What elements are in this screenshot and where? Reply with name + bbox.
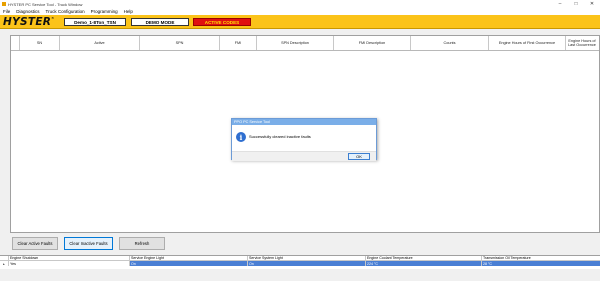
column-service-system-light[interactable]: Service System Light	[248, 256, 366, 260]
menu-help[interactable]: Help	[124, 9, 133, 14]
truck-name-badge: Demo_1-8Ton_TSN	[64, 18, 126, 26]
table-row[interactable]: ▸ Yes On On 224 °C 28 °C	[0, 261, 600, 266]
menu-bar: File Diagnostics Truck Configuration Pro…	[0, 8, 600, 15]
clear-active-faults-button[interactable]: Clear Active Faults	[12, 237, 58, 250]
column-counts[interactable]: Counts	[411, 36, 489, 50]
dialog-body: i Successfully cleared inactive faults	[232, 125, 376, 151]
dialog-footer: OK	[232, 151, 376, 161]
app-icon	[2, 2, 6, 6]
column-spn[interactable]: SPN	[140, 36, 220, 50]
minimize-icon[interactable]: –	[552, 0, 568, 8]
column-last-occurrence[interactable]: Engine Hours of Last Occurrence	[566, 36, 598, 50]
window-title: HYSTER PC Service Tool - Truck Window	[8, 1, 83, 7]
cell-engine-shutdown: Yes	[9, 261, 130, 266]
column-fmi[interactable]: FMI	[220, 36, 257, 50]
status-row-header-corner	[0, 256, 9, 260]
column-active[interactable]: Active	[60, 36, 140, 50]
logo-text: HYSTER	[3, 16, 52, 28]
column-transmission-oil-temperature[interactable]: Transmission Oil Temperature	[482, 256, 600, 260]
menu-programming[interactable]: Programming	[91, 9, 118, 14]
active-codes-badge[interactable]: ACTIVE CODES	[193, 18, 251, 26]
column-first-occurrence[interactable]: Engine Hours of First Occurrence	[489, 36, 566, 50]
row-selector-icon[interactable]: ▸	[0, 261, 9, 266]
refresh-button[interactable]: Refresh	[119, 237, 165, 250]
logo-trademark: ®	[51, 16, 55, 20]
cell-transmission-oil-temperature: 28 °C	[482, 261, 600, 266]
info-icon: i	[236, 132, 246, 142]
menu-truck-configuration[interactable]: Truck Configuration	[46, 9, 85, 14]
dialog-message: Successfully cleared inactive faults	[249, 134, 311, 139]
hyster-logo: HYSTER®	[3, 16, 55, 28]
cell-service-system-light: On	[248, 261, 366, 266]
demo-mode-badge: DEMO MODE	[131, 18, 189, 26]
title-bar: HYSTER PC Service Tool - Truck Window – …	[0, 0, 600, 8]
cell-service-engine-light: On	[130, 261, 248, 266]
clear-inactive-faults-button[interactable]: Clear Inactive Faults	[64, 237, 113, 250]
fault-grid-header: SN Active SPN FMI SPN Description FMI De…	[11, 36, 599, 51]
engine-status-grid[interactable]: Engine Shutdown Service Engine Light Ser…	[0, 255, 600, 269]
menu-diagnostics[interactable]: Diagnostics	[16, 9, 39, 14]
cell-engine-coolant-temperature: 224 °C	[366, 261, 482, 266]
column-sn[interactable]: SN	[20, 36, 60, 50]
status-bar	[0, 270, 600, 281]
column-fmi-description[interactable]: FMI Description	[334, 36, 411, 50]
message-dialog: PPO PC Service Tool i Successfully clear…	[231, 118, 377, 161]
brand-bar: HYSTER® Demo_1-8Ton_TSN DEMO MODE ACTIVE…	[0, 15, 600, 29]
column-spn-description[interactable]: SPN Description	[257, 36, 334, 50]
maximize-icon[interactable]: □	[568, 0, 584, 8]
column-engine-coolant-temperature[interactable]: Engine Coolant Temperature	[366, 256, 482, 260]
column-engine-shutdown[interactable]: Engine Shutdown	[9, 256, 130, 260]
ok-button[interactable]: OK	[348, 153, 370, 160]
menu-file[interactable]: File	[3, 9, 10, 14]
row-header-corner	[11, 36, 20, 50]
column-service-engine-light[interactable]: Service Engine Light	[130, 256, 248, 260]
close-icon[interactable]: ✕	[584, 0, 600, 8]
